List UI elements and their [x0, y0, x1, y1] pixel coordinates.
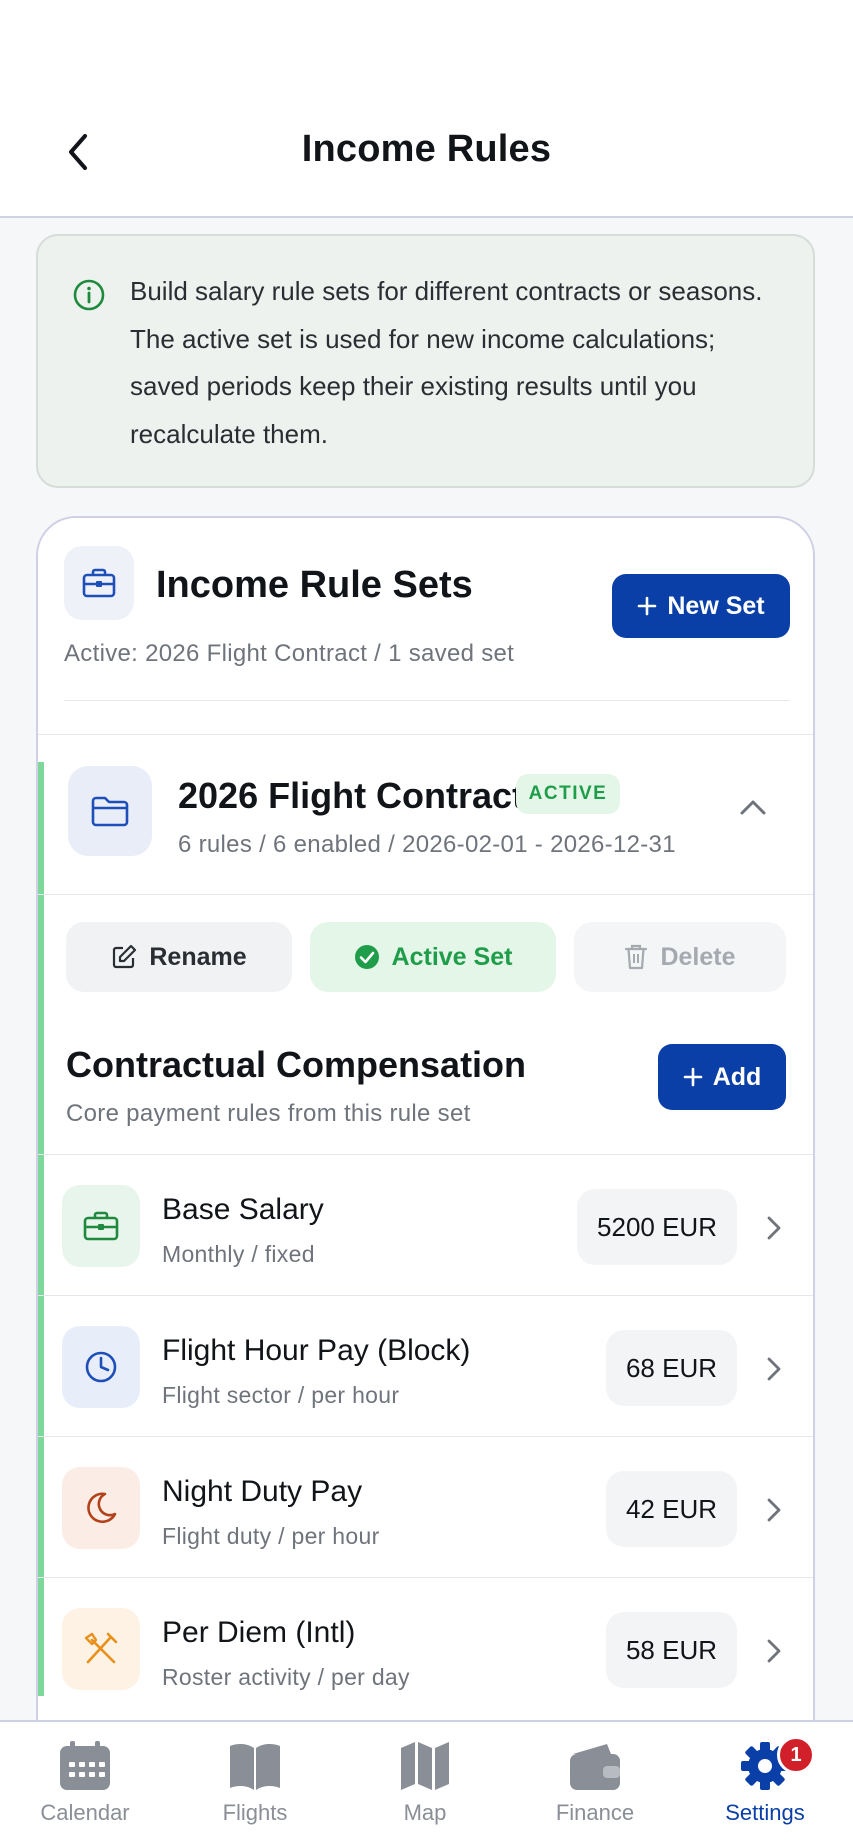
rule-desc: Flight duty / per hour: [162, 1523, 380, 1549]
divider: [64, 700, 790, 701]
list-item[interactable]: Per Diem (Intl) Roster activity / per da…: [38, 1577, 813, 1718]
rule-set-name: 2026 Flight Contract: [178, 775, 525, 816]
tab-finance[interactable]: Finance: [525, 1740, 665, 1840]
chevron-right-icon: [767, 1216, 781, 1240]
active-set-label: Active Set: [391, 942, 513, 971]
briefcase-icon: [62, 1185, 140, 1267]
tab-map[interactable]: Map: [355, 1740, 495, 1840]
chevron-right-icon: [767, 1498, 781, 1522]
new-set-button[interactable]: New Set: [612, 574, 790, 638]
plus-icon: [683, 1067, 702, 1087]
tab-label: Map: [403, 1800, 447, 1825]
moon-icon: [62, 1467, 140, 1549]
calendar-icon: [60, 1741, 110, 1790]
trash-icon: [625, 944, 648, 970]
bottom-tab-bar: Calendar Flights Map Finance 1 Settings: [0, 1720, 853, 1844]
rule-name: Base Salary: [162, 1193, 324, 1226]
map-icon: [401, 1742, 449, 1790]
page-title: Income Rules: [301, 128, 552, 170]
tab-flights[interactable]: Flights: [185, 1740, 325, 1840]
rule-amount: 42 EUR: [605, 1471, 737, 1547]
book-icon: [230, 1743, 280, 1790]
rename-label: Rename: [149, 942, 247, 971]
info-text: Build salary rule sets for different con…: [130, 276, 763, 449]
list-item[interactable]: Night Duty Pay Flight duty / per hour 42…: [38, 1436, 813, 1577]
rule-amount: 58 EUR: [605, 1612, 737, 1688]
tab-calendar[interactable]: Calendar: [15, 1740, 155, 1840]
rule-sets-header: Income Rule Sets Active: 2026 Flight Con…: [38, 518, 813, 736]
section-title: Contractual Compensation: [66, 1044, 527, 1085]
info-banner: Build salary rule sets for different con…: [36, 234, 815, 488]
divider: [38, 734, 813, 735]
rule-amount: 5200 EUR: [577, 1189, 737, 1265]
new-set-label: New Set: [667, 591, 765, 620]
info-icon: [73, 279, 105, 311]
rule-name: Per Diem (Intl): [162, 1616, 356, 1649]
divider: [38, 894, 813, 895]
rename-button[interactable]: Rename: [66, 922, 292, 992]
list-item[interactable]: Flight Hour Pay (Block) Flight sector / …: [38, 1295, 813, 1436]
add-rule-button[interactable]: Add: [658, 1044, 786, 1110]
tab-label: Settings: [725, 1800, 805, 1825]
plus-icon: [638, 596, 657, 616]
rule-accent-bar: [38, 1179, 44, 1273]
wallet-icon: [570, 1744, 620, 1790]
rule-accent-bar: [38, 1320, 44, 1414]
rule-desc: Flight sector / per hour: [162, 1382, 400, 1408]
rule-accent-bar: [38, 1461, 44, 1555]
active-set-button[interactable]: Active Set: [310, 922, 556, 992]
rule-name: Flight Hour Pay (Block): [162, 1334, 471, 1367]
chevron-right-icon: [767, 1357, 781, 1381]
chevron-up-icon[interactable]: [738, 796, 768, 818]
folder-icon: [68, 766, 152, 856]
add-label: Add: [712, 1062, 762, 1091]
top-header: Income Rules: [0, 0, 853, 218]
check-circle-icon: [354, 945, 379, 969]
briefcase-icon: [64, 546, 134, 620]
clock-icon: [62, 1326, 140, 1408]
notification-badge: 1: [777, 1736, 815, 1774]
fork-knife-icon: [62, 1608, 140, 1690]
rule-sets-card: Income Rule Sets Active: 2026 Flight Con…: [36, 516, 815, 1844]
delete-button[interactable]: Delete: [574, 922, 786, 992]
tab-settings[interactable]: 1 Settings: [695, 1736, 835, 1840]
rule-sets-subtitle: Active: 2026 Flight Contract / 1 saved s…: [64, 640, 515, 667]
tab-label: Finance: [555, 1800, 635, 1825]
rule-sets-title: Income Rule Sets: [156, 564, 473, 606]
rule-desc: Monthly / fixed: [162, 1241, 315, 1267]
rule-amount: 68 EUR: [605, 1330, 737, 1406]
rule-desc: Roster activity / per day: [162, 1664, 410, 1690]
delete-label: Delete: [660, 942, 736, 971]
tab-label: Calendar: [40, 1800, 130, 1825]
rule-accent-bar: [38, 1602, 44, 1696]
rule-name: Night Duty Pay: [162, 1475, 363, 1508]
edit-icon: [113, 944, 137, 969]
tab-label: Flights: [222, 1800, 288, 1825]
chevron-right-icon: [767, 1639, 781, 1663]
section-subtitle: Core payment rules from this rule set: [66, 1100, 471, 1127]
list-item[interactable]: Base Salary Monthly / fixed 5200 EUR: [38, 1154, 813, 1295]
rule-set-meta: 6 rules / 6 enabled / 2026-02-01 - 2026-…: [178, 831, 676, 858]
status-badge: ACTIVE: [516, 774, 620, 814]
